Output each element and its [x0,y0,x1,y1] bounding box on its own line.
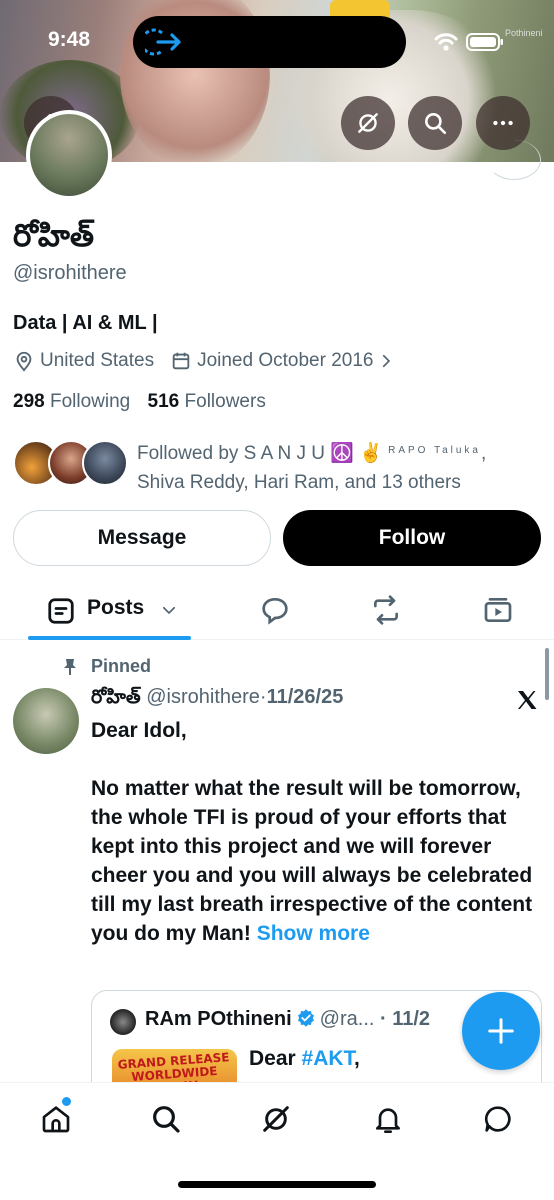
tab-media-icon[interactable] [482,594,514,626]
notification-bell-button[interactable] [487,140,541,180]
follow-counts: 298 Following 516 Followers [13,391,266,413]
profile-handle: @isrohithere [13,262,127,284]
followers-link[interactable]: 516 Followers [148,391,266,412]
profile-meta: United States Joined October 2016 [13,348,416,374]
tab-posts[interactable]: Posts [28,582,191,640]
location-label: United States [40,350,155,371]
screen-share-icon [145,28,181,56]
quote-author-avatar [110,1009,136,1035]
pinned-label: Pinned [91,656,152,676]
chevron-right-icon [383,354,391,368]
post-text: Dear Idol, No matter what the result wil… [91,719,533,945]
wifi-icon [434,33,458,51]
quote-date: · 11/2 [380,1008,431,1030]
x-logo-icon[interactable] [514,688,540,712]
profile-tabs: Posts [0,582,554,640]
joined-label: Joined October 2016 [197,350,374,371]
post-date[interactable]: 11/26/25 [267,686,344,708]
following-link[interactable]: 298 Following [13,391,130,412]
more-icon [493,120,513,126]
location-pin-icon [16,351,32,372]
show-more-link[interactable]: Show more [257,922,370,945]
quote-text: Dear #AKT, [249,1047,360,1071]
verified-badge-icon [297,1009,314,1027]
messages-icon[interactable] [482,1103,514,1135]
tab-replies-icon[interactable] [259,594,291,626]
quote-header: RAm POthineni @ra... · 11/2 [145,1008,430,1031]
home-indicator [178,1181,376,1188]
scrollbar[interactable] [545,648,549,700]
status-icons: Pothineni [434,28,544,52]
joined-date[interactable]: Joined October 2016 [170,350,400,372]
quote-text-suffix: , [354,1047,360,1070]
search-icon[interactable] [150,1103,182,1135]
following-label: Following [49,391,131,412]
post-body: Dear Idol, No matter what the result wil… [91,716,543,948]
pin-icon [64,658,76,675]
home-notification-dot [62,1097,71,1106]
post-author-avatar[interactable] [13,688,79,754]
grok-button[interactable] [341,96,395,150]
grok-icon[interactable] [260,1103,292,1135]
profile-bio: Data | AI & ML | [13,312,158,334]
posts-icon [48,598,74,624]
compose-button[interactable] [462,992,540,1070]
status-time: 9:48 [48,28,91,51]
post-separator: · [259,686,267,708]
follow-button[interactable]: Follow [283,510,541,566]
home-icon[interactable] [40,1103,72,1135]
follower-avatar-3 [82,440,128,486]
tab-reposts-icon[interactable] [370,594,402,626]
followers-label: Followers [184,391,266,412]
grok-icon [358,113,378,133]
search-button[interactable] [408,96,462,150]
search-icon [425,113,447,135]
quote-author-handle: @ra... [319,1008,375,1030]
notifications-bell-icon[interactable] [372,1103,404,1135]
profile-name: రోహిత్ [13,218,95,254]
followed-by-emoji: ☮️ ✌️ [330,443,383,464]
dynamic-island [133,16,406,68]
quote-text-prefix: Dear [249,1047,302,1070]
post-author-handle[interactable]: @isrohithere [146,686,260,708]
location: United States [13,350,154,372]
followed-by-text[interactable]: Followed by S A N J U ☮️ ✌️ RAPO Taluka,… [137,436,547,497]
followers-count: 516 [147,391,180,412]
banner-watermark: Pothineni [505,28,543,38]
post-header: రోహిత్ @isrohithere·11/26/25 [91,686,343,713]
pinned-indicator: Pinned [62,656,151,677]
profile-avatar[interactable] [26,110,112,200]
plus-icon [488,1018,514,1044]
followed-by-rest: Shiva Reddy, Hari Ram, and 13 others [137,472,461,493]
tab-underline [28,636,191,640]
quote-hashtag[interactable]: #AKT [302,1047,355,1070]
message-button[interactable]: Message [13,510,271,566]
bottom-nav [0,1082,554,1200]
quote-author-name: RAm POthineni [145,1008,292,1030]
battery-icon [466,33,503,51]
followed-by-prefix: Followed by S A N J U [137,443,325,464]
followed-by-small: RAPO Taluka [388,445,481,456]
post-author-name[interactable]: రోహిత్ [91,686,141,708]
tab-posts-label: Posts [87,596,145,619]
chevron-down-icon [162,606,176,615]
calendar-icon [172,352,190,370]
following-count: 298 [13,391,45,412]
